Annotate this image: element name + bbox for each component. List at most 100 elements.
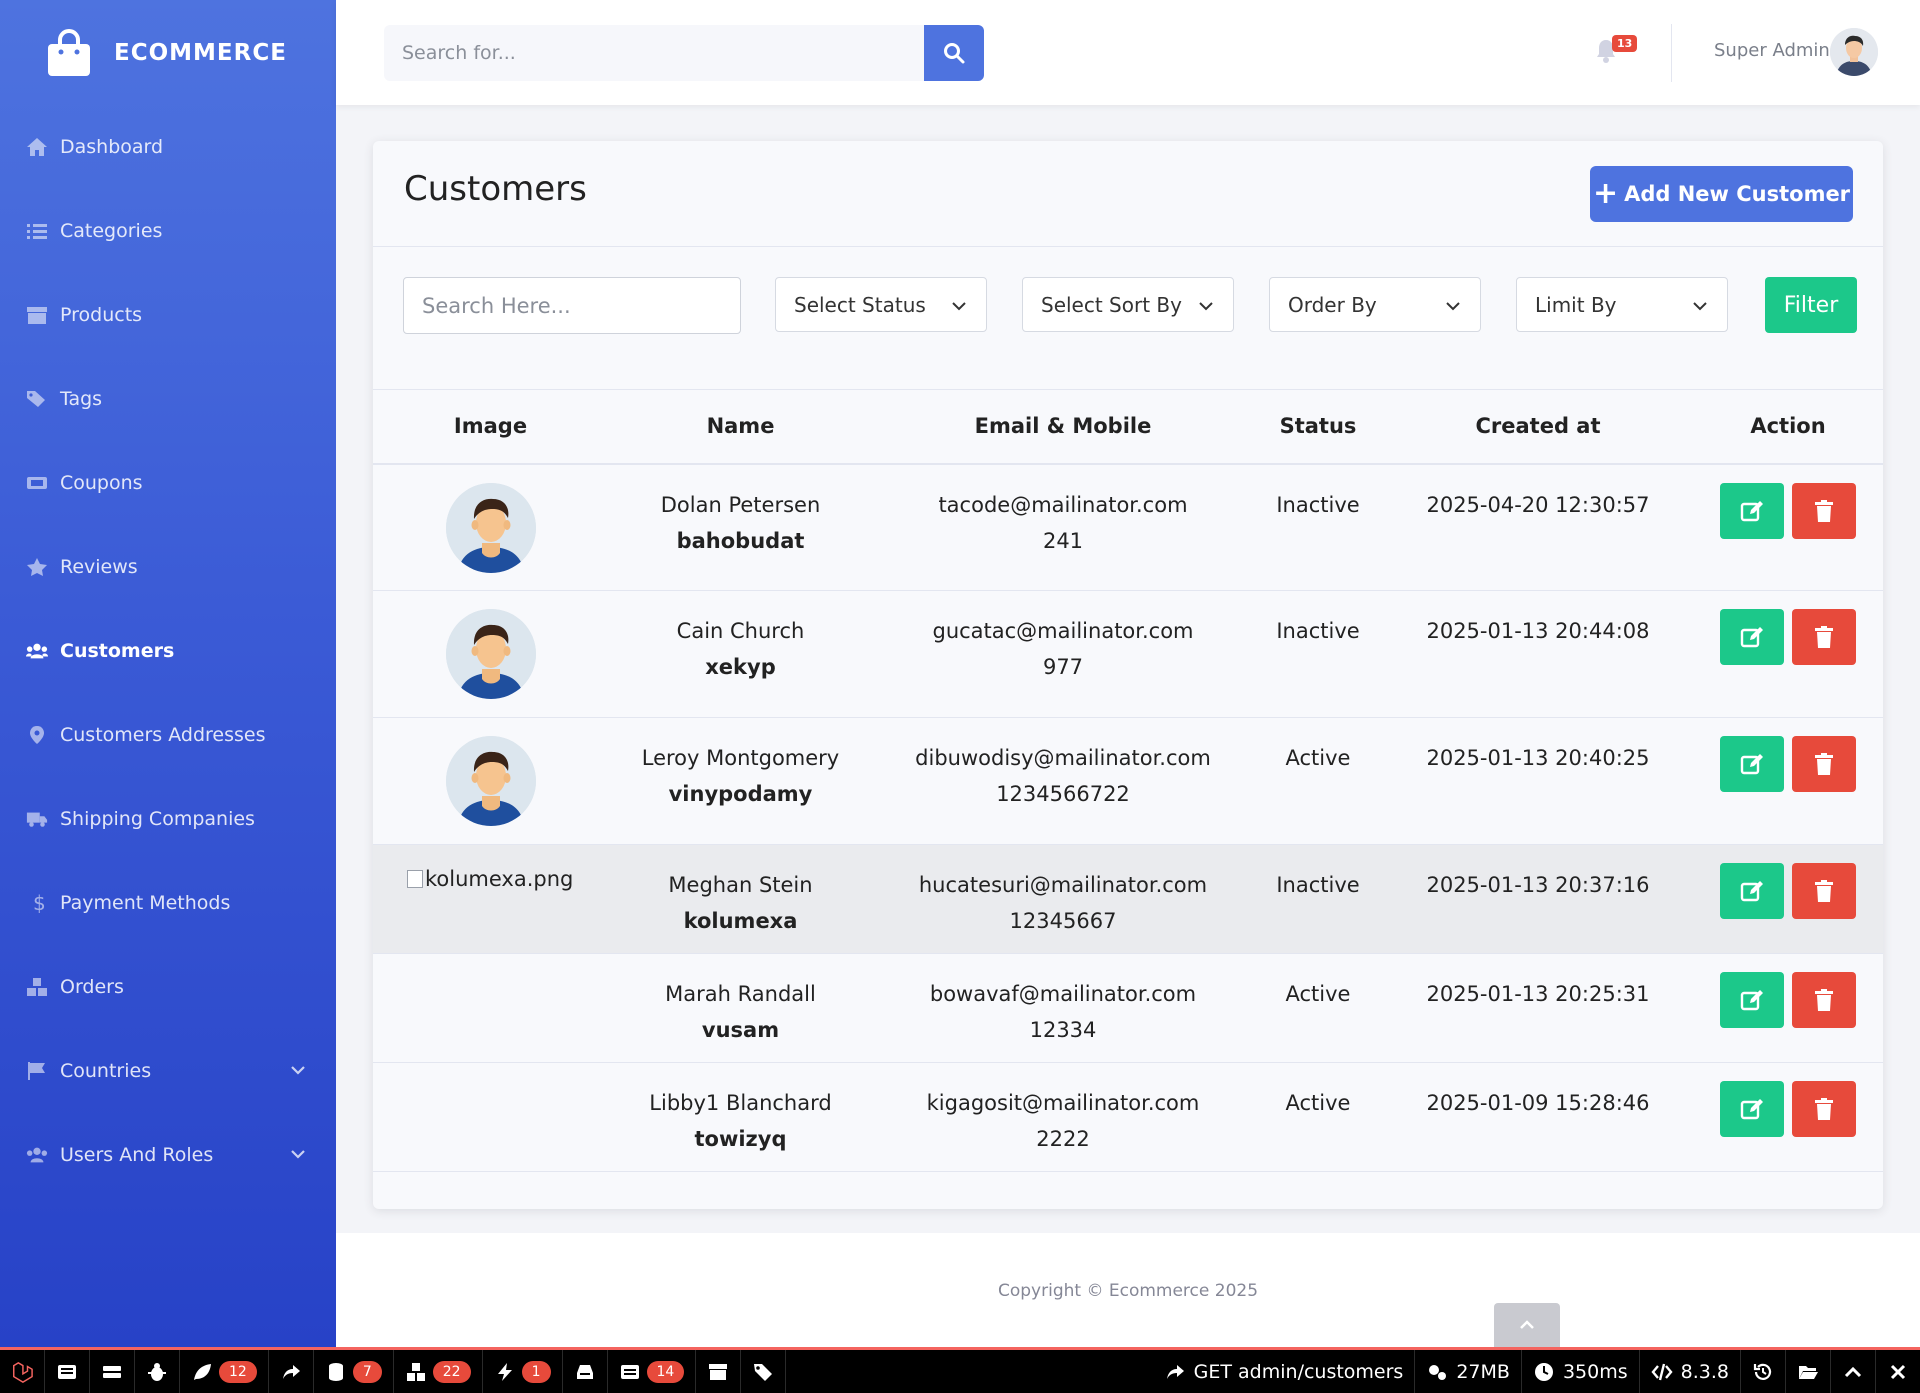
- status-select[interactable]: Select Status: [775, 277, 987, 332]
- delete-customer-button[interactable]: [1792, 609, 1856, 665]
- customer-status: Active: [1285, 982, 1351, 1006]
- customer-name: Marah Randall: [665, 982, 816, 1006]
- cell-actions: [1693, 590, 1883, 718]
- archive-icon: [709, 1363, 728, 1380]
- filter-button[interactable]: Filter: [1765, 277, 1857, 333]
- customer-search-input[interactable]: [403, 277, 741, 334]
- debugbar-route-tab[interactable]: [269, 1350, 314, 1393]
- status-select-value: Select Status: [794, 292, 926, 317]
- sidebar-item-products[interactable]: Products: [0, 273, 336, 357]
- edit-customer-button[interactable]: [1720, 863, 1784, 919]
- debugbar-exceptions-tab[interactable]: [135, 1350, 180, 1393]
- edit-customer-button[interactable]: [1720, 482, 1784, 539]
- sidebar-item-reviews[interactable]: Reviews: [0, 525, 336, 609]
- edit-icon: [1740, 627, 1763, 648]
- sidebar-item-countries[interactable]: Countries: [0, 1029, 336, 1113]
- cell-image: [373, 717, 608, 845]
- customer-image-alt: kolumexa.png: [425, 867, 574, 891]
- debugbar-queries-tab[interactable]: 7: [314, 1350, 394, 1393]
- sidebar-item-coupons[interactable]: Coupons: [0, 441, 336, 525]
- users-cog-icon: [24, 1144, 50, 1166]
- debugbar-memory-info: 27MB: [1415, 1350, 1522, 1393]
- debugbar-session-tab[interactable]: [696, 1350, 742, 1393]
- debugbar-close-button[interactable]: [1876, 1350, 1920, 1393]
- order-by-select[interactable]: Order By: [1269, 277, 1481, 332]
- col-header-status: Status: [1253, 389, 1383, 465]
- cell-name: Cain Church xekyp: [608, 590, 873, 718]
- delete-customer-button[interactable]: [1792, 1081, 1856, 1137]
- edit-icon: [1740, 990, 1763, 1011]
- users-icon: [24, 640, 50, 662]
- customer-created-at: 2025-04-20 12:30:57: [1426, 492, 1650, 517]
- table-header-row: Image Name Email & Mobile Status Created…: [373, 389, 1883, 465]
- sidebar-item-customers[interactable]: Customers: [0, 609, 336, 693]
- sidebar-item-shipping-companies[interactable]: Shipping Companies: [0, 777, 336, 861]
- debugbar-php-version: 8.3.8: [1680, 1360, 1729, 1383]
- edit-customer-button[interactable]: [1720, 1081, 1784, 1137]
- customer-username: xekyp: [705, 655, 776, 679]
- debugbar-route-info[interactable]: GET admin/customers: [1153, 1350, 1416, 1393]
- debugbar-events-tab[interactable]: 1: [483, 1350, 563, 1393]
- debugbar-views-tab[interactable]: 12: [180, 1350, 269, 1393]
- customer-created-at: 2025-01-09 15:28:46: [1426, 1091, 1650, 1115]
- share-icon: [1166, 1364, 1184, 1379]
- user-name[interactable]: Super Admin: [1714, 40, 1830, 61]
- top-search-button[interactable]: [924, 25, 984, 81]
- copyright: Copyright © Ecommerce 2025: [997, 1281, 1259, 1301]
- customer-created-at: 2025-01-13 20:44:08: [1426, 619, 1650, 643]
- sidebar-item-orders[interactable]: Orders: [0, 945, 336, 1029]
- edit-customer-button[interactable]: [1720, 609, 1784, 665]
- chevron-down-icon: [290, 1061, 306, 1083]
- user-avatar[interactable]: [1830, 28, 1878, 76]
- debugbar-messages-tab[interactable]: [45, 1350, 90, 1393]
- debugbar-timeline-tab[interactable]: [90, 1350, 135, 1393]
- cell-email-mobile: hucatesuri@mailinator.com 12345667: [873, 844, 1253, 954]
- delete-customer-button[interactable]: [1792, 863, 1856, 919]
- debugbar-open-button[interactable]: [1786, 1350, 1831, 1393]
- sidebar-item-dashboard[interactable]: Dashboard: [0, 105, 336, 189]
- delete-customer-button[interactable]: [1792, 972, 1856, 1028]
- sidebar-item-tags[interactable]: Tags: [0, 357, 336, 441]
- sidebar-item-label: Products: [60, 304, 143, 326]
- customer-name: Meghan Stein: [668, 873, 813, 897]
- top-search-input[interactable]: [384, 25, 924, 81]
- debugbar-request-tab[interactable]: [741, 1350, 787, 1393]
- sidebar-item-label: Customers: [60, 640, 175, 662]
- customer-username: vinypodamy: [668, 782, 813, 806]
- delete-customer-button[interactable]: [1792, 482, 1856, 539]
- customer-status: Inactive: [1276, 492, 1360, 517]
- scroll-to-top-button[interactable]: [1494, 1303, 1560, 1347]
- debugbar-right: GET admin/customers 27MB 350ms 8.3.8: [1153, 1350, 1920, 1393]
- cogs-icon: [1429, 1364, 1447, 1380]
- sidebar-item-label: Coupons: [60, 472, 143, 494]
- footer: Copyright © Ecommerce 2025: [336, 1233, 1920, 1347]
- cell-email-mobile: dibuwodisy@mailinator.com 1234566722: [873, 717, 1253, 845]
- customer-email: bowavaf@mailinator.com: [929, 982, 1197, 1006]
- sidebar-item-label: Reviews: [60, 556, 138, 578]
- notification-badge: 13: [1612, 35, 1638, 52]
- sort-by-select[interactable]: Select Sort By: [1022, 277, 1234, 332]
- list-icon: [24, 220, 50, 242]
- edit-customer-button[interactable]: [1720, 972, 1784, 1028]
- sidebar-item-categories[interactable]: Categories: [0, 189, 336, 273]
- debugbar-maximize-button[interactable]: [1831, 1350, 1876, 1393]
- debugbar-models-tab[interactable]: 22: [394, 1350, 483, 1393]
- debugbar-history-button[interactable]: [1741, 1350, 1786, 1393]
- brand-name: ECOMMERCE: [114, 39, 287, 66]
- limit-by-select[interactable]: Limit By: [1516, 277, 1728, 332]
- customer-avatar: [445, 609, 536, 699]
- cubes-icon: [406, 1362, 425, 1381]
- add-customer-button[interactable]: + Add New Customer: [1590, 166, 1853, 222]
- debugbar-gate-tab[interactable]: 14: [608, 1350, 697, 1393]
- debugbar-mails-tab[interactable]: [563, 1350, 608, 1393]
- tags-icon: [754, 1363, 773, 1381]
- brand[interactable]: ECOMMERCE: [0, 0, 336, 105]
- debugbar-logo[interactable]: [0, 1350, 45, 1393]
- sidebar-item-users-and-roles[interactable]: Users And Roles: [0, 1113, 336, 1197]
- trash-icon: [1815, 753, 1833, 775]
- delete-customer-button[interactable]: [1792, 736, 1856, 792]
- sidebar-item-payment-methods[interactable]: $ Payment Methods: [0, 861, 336, 945]
- table-row: Dolan Petersen bahobudat tacode@mailinator…: [373, 463, 1883, 591]
- sidebar-item-customers-addresses[interactable]: Customers Addresses: [0, 693, 336, 777]
- edit-customer-button[interactable]: [1720, 736, 1784, 792]
